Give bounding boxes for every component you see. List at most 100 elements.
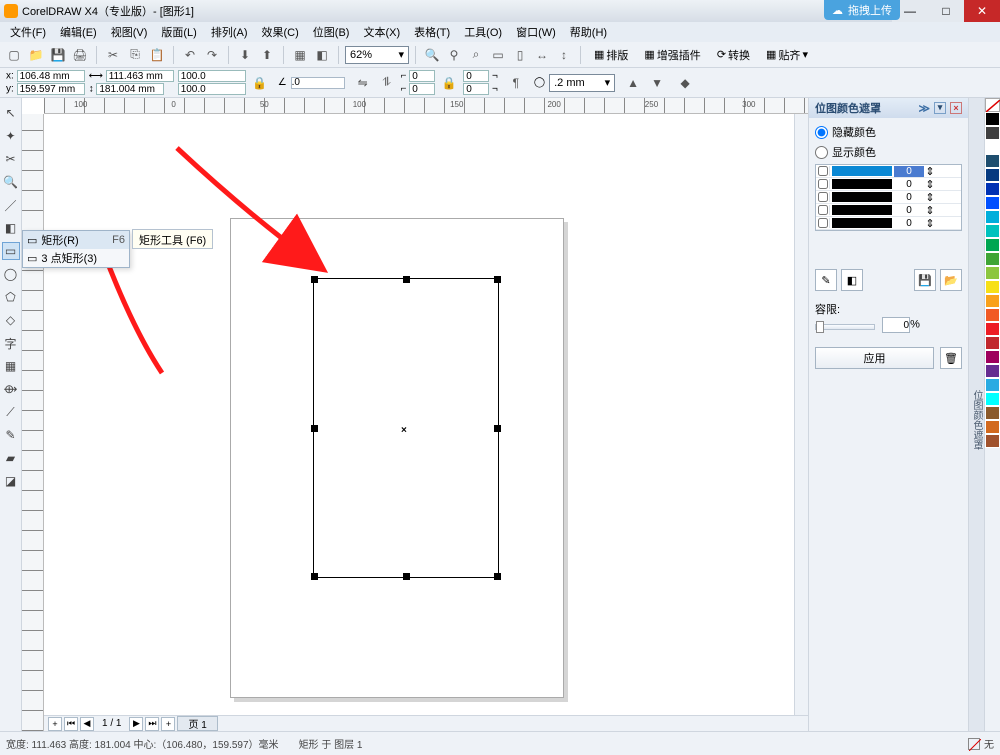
swatch[interactable] [985, 406, 1000, 420]
radio-hide-color[interactable]: 隐藏颜色 [815, 124, 962, 140]
swatch[interactable] [985, 112, 1000, 126]
copy-button[interactable]: ⎘ [125, 45, 145, 65]
swatch[interactable] [985, 392, 1000, 406]
table-tool[interactable]: ▦ [2, 357, 20, 375]
apply-button[interactable]: 应用 [815, 347, 934, 369]
fill-tool[interactable]: ▰ [2, 449, 20, 467]
rectangle-tool[interactable]: ▭ [2, 242, 20, 260]
swatch[interactable] [985, 154, 1000, 168]
docker-title[interactable]: 位图颜色遮罩 ≫ ▾ × [809, 98, 968, 118]
color-row-2[interactable]: 0⇕ [816, 191, 961, 204]
pos-x-input[interactable] [17, 70, 85, 82]
pos-y-input[interactable] [17, 83, 85, 95]
zoom-level[interactable]: 62%▾ [345, 46, 409, 64]
docker-side-tab[interactable]: 位图颜色遮罩 [968, 98, 984, 731]
import-button[interactable]: ⬇ [235, 45, 255, 65]
swatch[interactable] [985, 238, 1000, 252]
corner-lock[interactable]: 🔒 [439, 73, 459, 93]
freehand-tool[interactable]: ／ [2, 196, 20, 214]
flyout-rect[interactable]: ▭矩形(R)F6 [23, 231, 129, 249]
swatch[interactable] [985, 266, 1000, 280]
open-button[interactable]: 📁 [26, 45, 46, 65]
corner-bl[interactable] [409, 83, 435, 95]
welcome-button[interactable]: ◧ [312, 45, 332, 65]
zoom-all[interactable]: ▭ [488, 45, 508, 65]
add-page-after[interactable]: + [161, 717, 175, 731]
swatch[interactable] [985, 336, 1000, 350]
menu-L[interactable]: 版面(L) [155, 22, 202, 42]
swatch[interactable] [985, 378, 1000, 392]
color-row-0[interactable]: 0⇕ [816, 165, 961, 178]
swatch[interactable] [985, 280, 1000, 294]
swatch[interactable] [985, 126, 1000, 140]
color-row-3[interactable]: 0⇕ [816, 204, 961, 217]
paste-button[interactable]: 📋 [147, 45, 167, 65]
cloud-upload[interactable]: ☁ 拖拽上传 [824, 0, 900, 20]
enhance-group[interactable]: ▦ 增强插件 [637, 45, 707, 65]
polygon-tool[interactable]: ⬠ [2, 288, 20, 306]
eyedropper-tool[interactable]: ⟋ [2, 403, 20, 421]
zoom-tool[interactable]: 🔍 [2, 173, 20, 191]
redo-button[interactable]: ↷ [202, 45, 222, 65]
swatch[interactable] [985, 434, 1000, 448]
new-button[interactable]: ▢ [4, 45, 24, 65]
canvas[interactable]: 100050100150200250300350毫米 × ▭矩形(R)F6▭3 … [22, 98, 808, 731]
scale-x-input[interactable] [178, 70, 246, 82]
angle-input[interactable] [291, 77, 345, 89]
convert-group[interactable]: ⟳ 转换 [710, 45, 757, 65]
zoom-height[interactable]: ↕ [554, 45, 574, 65]
page-tab-1[interactable]: 页 1 [177, 716, 217, 731]
first-page[interactable]: ⏮ [64, 717, 78, 731]
swatch[interactable] [985, 350, 1000, 364]
menu-A[interactable]: 排列(A) [205, 22, 254, 42]
menu-X[interactable]: 文本(X) [357, 22, 406, 42]
menu-E[interactable]: 编辑(E) [54, 22, 103, 42]
lock-ratio-button[interactable]: 🔒 [250, 73, 270, 93]
zoom-selection[interactable]: ⌕ [466, 45, 486, 65]
swatch[interactable] [985, 140, 1000, 154]
tolerance-input[interactable] [882, 317, 910, 333]
maximize-button[interactable]: □ [928, 0, 964, 22]
swatch[interactable] [985, 364, 1000, 378]
zoom-out-button[interactable]: ⚲ [444, 45, 464, 65]
zoom-in-button[interactable]: 🔍 [422, 45, 442, 65]
smart-fill-tool[interactable]: ◧ [2, 219, 20, 237]
menu-H[interactable]: 帮助(H) [564, 22, 613, 42]
crop-tool[interactable]: ✂ [2, 150, 20, 168]
docker-close-icon[interactable]: × [950, 102, 962, 114]
eyedropper-button[interactable]: ✎ [815, 269, 837, 291]
cut-button[interactable]: ✂ [103, 45, 123, 65]
height-input[interactable] [96, 83, 164, 95]
swatch[interactable] [985, 308, 1000, 322]
flyout-rect3[interactable]: ▭3 点矩形(3) [23, 249, 129, 267]
snap-group[interactable]: ▦ 贴齐 ▾ [759, 45, 815, 65]
app-launcher[interactable]: ▦ [290, 45, 310, 65]
mirror-v-button[interactable]: ⥮ [377, 73, 397, 93]
swatch[interactable] [985, 322, 1000, 336]
color-list[interactable]: 0⇕0⇕0⇕0⇕0⇕ [815, 164, 962, 231]
corner-br[interactable] [463, 83, 489, 95]
no-fill-swatch[interactable] [985, 98, 1000, 112]
close-button[interactable]: ✕ [964, 0, 1000, 22]
swatch[interactable] [985, 252, 1000, 266]
toback-button[interactable]: ▼ [647, 73, 667, 93]
undo-button[interactable]: ↶ [180, 45, 200, 65]
swatch[interactable] [985, 182, 1000, 196]
tolerance-slider[interactable] [815, 324, 875, 330]
mirror-h-button[interactable]: ⇋ [353, 73, 373, 93]
blend-tool[interactable]: ⟴ [2, 380, 20, 398]
shape-tool[interactable]: ✦ [2, 127, 20, 145]
width-input[interactable] [106, 70, 174, 82]
docker-menu-icon[interactable]: ▾ [934, 102, 946, 114]
swatch[interactable] [985, 196, 1000, 210]
pick-tool[interactable]: ↖ [2, 104, 20, 122]
print-button[interactable]: 🖨 [70, 45, 90, 65]
swatch[interactable] [985, 294, 1000, 308]
export-button[interactable]: ⬆ [257, 45, 277, 65]
menu-F[interactable]: 文件(F) [4, 22, 52, 42]
add-page-button[interactable]: + [48, 717, 62, 731]
menu-C[interactable]: 效果(C) [256, 22, 305, 42]
swatch[interactable] [985, 224, 1000, 238]
color-row-4[interactable]: 0⇕ [816, 217, 961, 230]
convert-curves-button[interactable]: ◆ [675, 73, 695, 93]
